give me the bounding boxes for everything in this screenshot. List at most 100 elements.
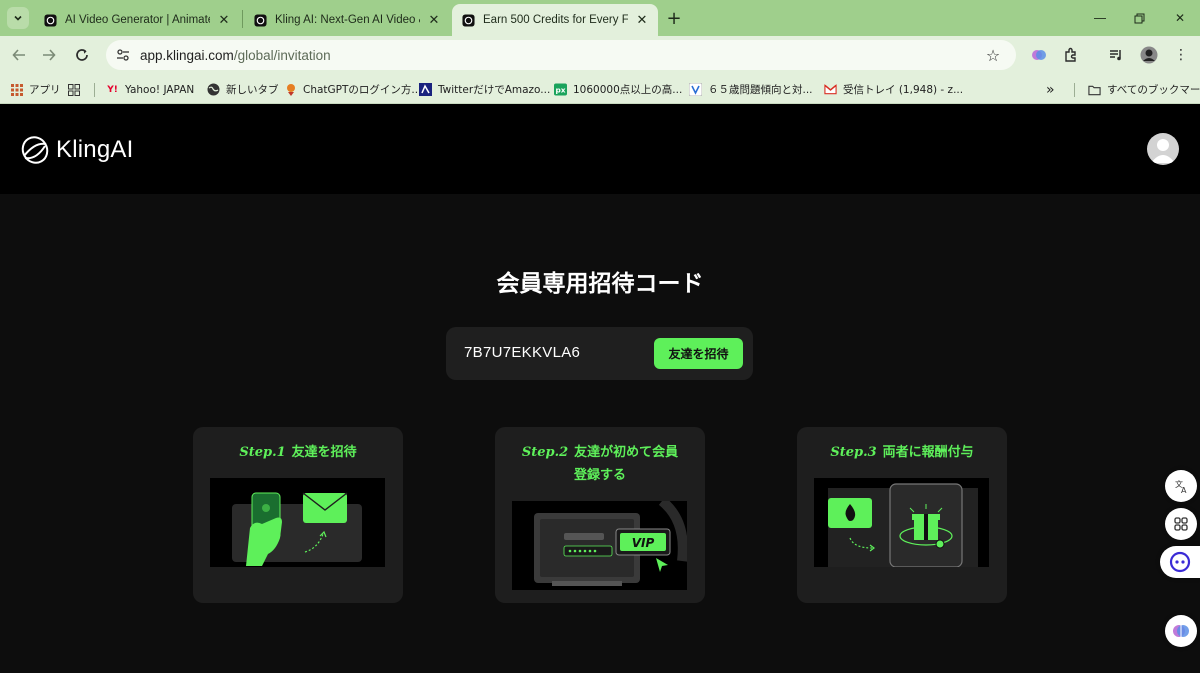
url-text: app.klingai.com/global/invitation: [140, 48, 331, 63]
user-silhouette-icon: [1151, 139, 1175, 163]
step-number: Step.2: [521, 445, 569, 460]
tab-earn-credits[interactable]: Earn 500 Credits for Every Frien ✕: [452, 4, 658, 36]
assistant-bot-icon[interactable]: [1160, 546, 1200, 578]
extensions-puzzle-icon[interactable]: [1059, 43, 1083, 67]
reward-illustration: [814, 478, 989, 568]
mutual-reward-illustration-icon: [828, 483, 978, 568]
invite-friends-button[interactable]: 友達を招待: [654, 338, 743, 369]
more-bookmarks-chevron-icon[interactable]: »: [1046, 81, 1055, 98]
svg-text:px: px: [555, 86, 565, 95]
bookmark-twitter-amazon[interactable]: TwitterだけでAmazo...: [419, 81, 550, 98]
bookmarks-bar: アプリ Y! Yahoo! JAPAN 新しいタブ ChatGPTのログイン方.…: [0, 74, 1200, 104]
bookmark-65-issues[interactable]: ６５歳問題傾向と対...: [689, 81, 813, 98]
yahoo-icon: Y!: [107, 84, 118, 95]
translate-icon[interactable]: 文A: [1165, 470, 1197, 502]
reload-icon[interactable]: [71, 44, 93, 66]
chatgpt-bookmark-icon: [284, 83, 297, 96]
step-card-2: Step.2 友達が初めて会員 登録する VIP: [495, 427, 705, 603]
bookmark-gmail[interactable]: 受信トレイ (1,948) - z...: [824, 81, 963, 98]
bookmark-all[interactable]: すべてのブックマーク: [1088, 81, 1200, 98]
address-bar[interactable]: app.klingai.com/global/invitation ☆: [106, 40, 1016, 70]
bookmark-new-tab[interactable]: 新しいタブ: [207, 81, 279, 98]
bookmark-label: 新しいタブ: [226, 84, 279, 96]
url-host: app.klingai.com: [140, 47, 234, 63]
close-icon[interactable]: ✕: [426, 12, 442, 28]
new-tab-button[interactable]: +: [664, 8, 684, 29]
media-control-icon[interactable]: [1104, 43, 1128, 67]
bookmark-label: ６５歳問題傾向と対...: [708, 84, 813, 96]
bookmark-divider: [94, 83, 95, 97]
site-header: KlingAI: [0, 105, 1200, 194]
globe-icon: [207, 83, 220, 96]
invitation-code-box: 7B7U7EKKVLA6 友達を招待: [446, 327, 753, 380]
bookmark-label: すべてのブックマーク: [1107, 84, 1200, 96]
invitation-code[interactable]: 7B7U7EKKVLA6: [464, 344, 580, 361]
profile-avatar-icon[interactable]: [1137, 43, 1161, 67]
invite-illustration: [210, 478, 385, 567]
restore-icon[interactable]: [1127, 6, 1151, 30]
bookmark-star-icon[interactable]: ☆: [982, 44, 1004, 66]
bookmark-label: Yahoo! JAPAN: [125, 83, 195, 96]
minimize-icon[interactable]: ―: [1088, 6, 1112, 30]
step-number: Step.3: [830, 445, 877, 460]
step-card-1: Step.1 友達を招待: [193, 427, 403, 603]
back-arrow-icon[interactable]: [8, 44, 30, 66]
bookmark-label: アプリ: [29, 84, 61, 96]
apps-icon[interactable]: [1165, 508, 1197, 540]
close-icon[interactable]: ✕: [216, 12, 232, 28]
bookmark-chatgpt[interactable]: ChatGPTのログイン方...: [284, 81, 421, 98]
step-card-title: Step.2 友達が初めて会員 登録する: [495, 441, 705, 487]
browser-tab-bar: AI Video Generator | Animate P ✕ Kling A…: [0, 0, 1200, 36]
browser-toolbar: app.klingai.com/global/invitation ☆ ⋮: [0, 36, 1200, 74]
folder-icon: [1088, 83, 1101, 96]
forward-arrow-icon[interactable]: [38, 44, 60, 66]
page-title: 会員専用招待コード: [496, 271, 704, 297]
url-path: /global/invitation: [233, 47, 331, 63]
px-icon: px: [554, 83, 567, 96]
bookmark-tab-search[interactable]: [67, 81, 86, 98]
bookmark-yahoo[interactable]: Y! Yahoo! JAPAN: [106, 81, 194, 98]
v-icon: [689, 83, 702, 96]
invite-friend-illustration-icon: [232, 492, 362, 566]
kling-logo-icon: [21, 136, 49, 164]
tab-title: AI Video Generator | Animate P: [65, 14, 210, 26]
bookmark-label: TwitterだけでAmazo...: [438, 84, 551, 96]
svg-text:A: A: [1181, 486, 1187, 494]
step-number: Step.1: [239, 445, 286, 460]
window-close-icon[interactable]: ✕: [1168, 6, 1192, 30]
step-card-title: Step.1 友達を招待: [193, 441, 403, 464]
step-text: 両者に報酬付与: [882, 445, 974, 460]
gmail-icon: [824, 83, 837, 96]
bookmark-label: 1060000点以上の高...: [573, 84, 683, 96]
vip-signup-illustration-icon: VIP: [534, 497, 688, 586]
chevron-down-icon: [14, 15, 22, 21]
kling-favicon-icon: [44, 13, 57, 27]
step-card-3: Step.3 両者に報酬付与: [797, 427, 1007, 603]
tab-search-icon: [67, 83, 80, 96]
step-text-line-2: 登録する: [573, 468, 626, 483]
bookmark-pixta[interactable]: px 1060000点以上の高...: [554, 81, 682, 98]
logo-text: KlingAI: [56, 136, 134, 163]
tab-divider: [242, 10, 243, 28]
more-menu-icon[interactable]: ⋮: [1169, 43, 1193, 67]
tab-search-button[interactable]: [7, 7, 29, 29]
twitter-bookmark-icon: [419, 83, 432, 96]
step-text: 友達が初めて会員: [574, 445, 679, 460]
tab-title: Kling AI: Next-Gen AI Video & A: [275, 14, 420, 26]
tab-kling-ai[interactable]: Kling AI: Next-Gen AI Video & A ✕: [244, 4, 450, 36]
kling-favicon-icon: [462, 13, 475, 27]
bookmark-label: 受信トレイ (1,948) - z...: [843, 84, 964, 96]
kling-favicon-icon: [254, 13, 267, 27]
bookmark-label: ChatGPTのログイン方...: [303, 84, 422, 96]
step-card-title: Step.3 両者に報酬付与: [797, 441, 1007, 464]
brain-extension-icon[interactable]: [1027, 43, 1051, 67]
tab-ai-video-generator[interactable]: AI Video Generator | Animate P ✕: [34, 4, 240, 36]
klingai-logo[interactable]: KlingAI: [20, 134, 133, 166]
bookmark-apps[interactable]: アプリ: [10, 81, 61, 98]
bookmark-divider: [1074, 83, 1075, 97]
step-text: 友達を招待: [291, 445, 357, 460]
site-info-icon[interactable]: [112, 44, 134, 66]
brain-assistant-icon[interactable]: [1165, 615, 1197, 647]
close-icon[interactable]: ✕: [634, 12, 650, 28]
user-avatar[interactable]: [1147, 133, 1179, 165]
